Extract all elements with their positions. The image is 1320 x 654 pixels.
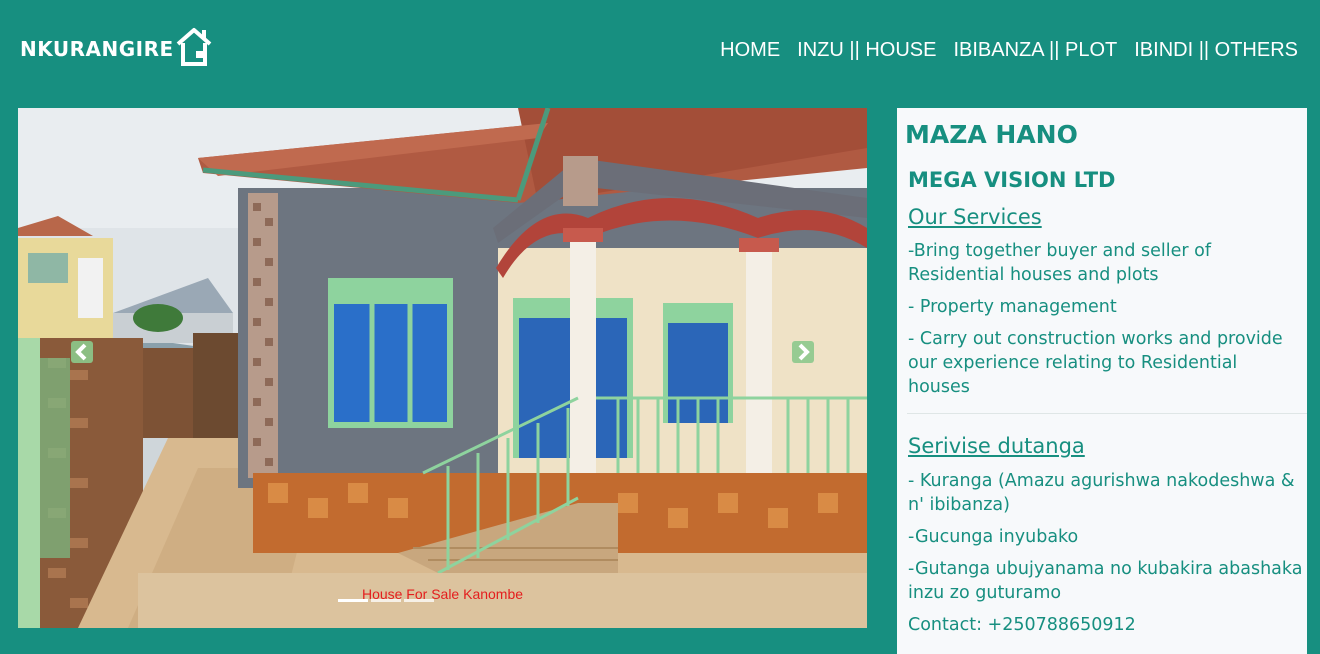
marquee-text: MAZA HANO: [905, 120, 1078, 149]
nav-ibibanza-plot[interactable]: IBIBANZA || PLOT: [953, 39, 1117, 62]
house-photo: [18, 108, 867, 628]
chevron-left-icon: [71, 341, 93, 363]
service-item: - Property management: [908, 297, 1117, 317]
page: NKURANGIRE HOME INZU || HOUSE IBIBANZA |…: [0, 0, 1320, 654]
service-item: - Carry out construction works and provi…: [908, 329, 1283, 397]
nav-ibindi-others[interactable]: IBINDI || OTHERS: [1134, 39, 1298, 62]
carousel-caption: House For Sale Kanombe: [361, 586, 524, 602]
serivise-item: -Gutanga ubujyanama no kubakira abashaka…: [908, 559, 1303, 603]
services-title: Our Services: [908, 205, 1042, 229]
main-nav: HOME INZU || HOUSE IBIBANZA || PLOT IBIN…: [720, 39, 1298, 62]
logo-text: NKURANGIRE: [20, 37, 174, 61]
serivise-item: - Kuranga (Amazu agurishwa nakodeshwa & …: [908, 471, 1295, 515]
nav-inzu-house[interactable]: INZU || HOUSE: [797, 39, 936, 62]
serivise-item: -Gucunga inyubako: [908, 527, 1079, 547]
serivise-title: Serivise dutanga: [908, 434, 1085, 458]
service-item: -Bring together buyer and seller of Resi…: [908, 241, 1212, 285]
chevron-right-icon: [792, 341, 814, 363]
carousel-indicator[interactable]: [404, 599, 434, 602]
house-carousel[interactable]: House For Sale Kanombe: [18, 108, 867, 628]
carousel-next-button[interactable]: [791, 340, 815, 364]
carousel-indicators: [338, 599, 434, 602]
house-logo-icon: [176, 28, 211, 66]
carousel-prev-button[interactable]: [70, 340, 94, 364]
site-logo[interactable]: NKURANGIRE: [20, 28, 212, 70]
contact-info: Contact: +250788650912: [908, 615, 1136, 635]
services-panel: MAZA HANO MEGA VISION LTD Our Services -…: [897, 108, 1307, 654]
company-name: MEGA VISION LTD: [908, 168, 1116, 192]
carousel-indicator[interactable]: [338, 599, 368, 602]
divider: [907, 413, 1307, 414]
carousel-indicator[interactable]: [371, 599, 401, 602]
nav-home[interactable]: HOME: [720, 39, 780, 62]
